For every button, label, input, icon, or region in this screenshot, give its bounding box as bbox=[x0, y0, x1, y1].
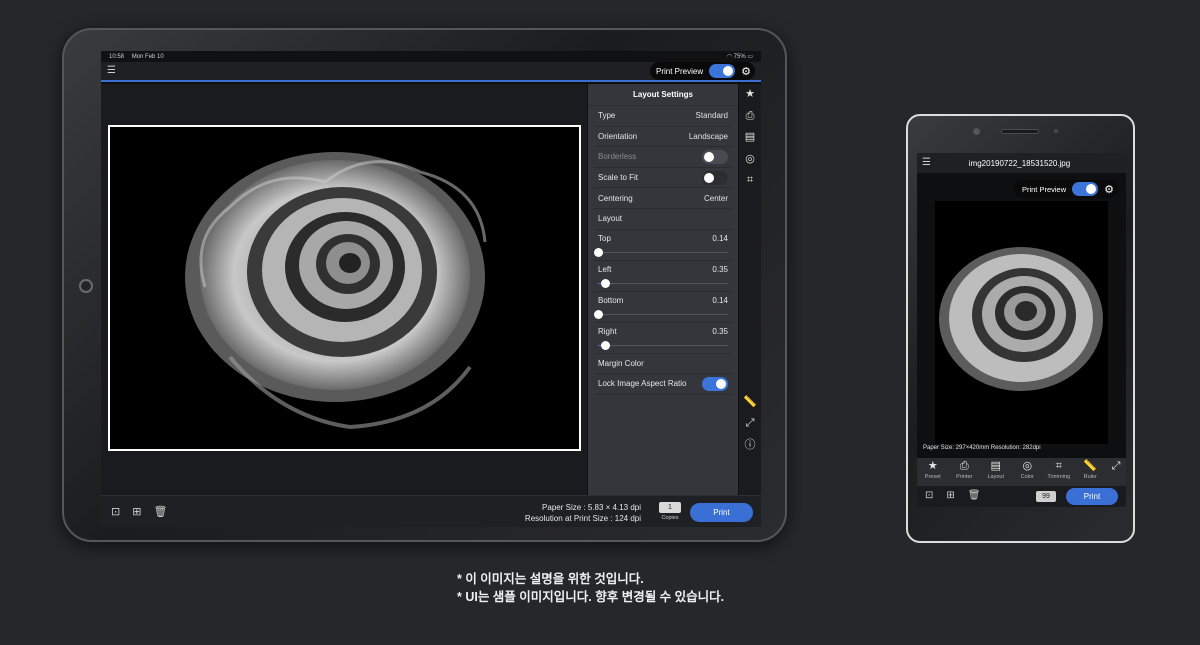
layout-settings-panel: Layout Settings Type Standard Orientatio… bbox=[588, 84, 738, 495]
copies-control[interactable]: 1 Copies bbox=[659, 502, 681, 521]
copies-label: Copies bbox=[661, 515, 679, 521]
setting-margin-color[interactable]: Margin Color bbox=[594, 354, 732, 375]
phone-bottom-bar: ⊡ ⊞ 🗑 99 Print bbox=[917, 486, 1126, 507]
phone-screen: ☰ img20190722_18531520.jpg Print Preview… bbox=[917, 153, 1126, 507]
margin-top-slider[interactable] bbox=[594, 247, 603, 257]
disclaimer-caption: * 이 이미지는 설명을 위한 것입니다. * UI는 샘플 이미지입니다. 향… bbox=[457, 570, 724, 606]
paper-info: Paper Size : 5.83 × 4.13 dpi Resolution … bbox=[525, 502, 641, 524]
preview-image bbox=[935, 201, 1108, 444]
copies-value[interactable]: 1 bbox=[659, 502, 681, 513]
camera bbox=[973, 128, 980, 135]
top-bar: ☰ Print Preview ⚙ bbox=[101, 62, 761, 82]
tool-trimming[interactable]: ⌗ Trimming bbox=[1043, 458, 1075, 486]
setting-centering[interactable]: Centering Center bbox=[594, 188, 732, 209]
tool-preset[interactable]: ★ Preset bbox=[917, 458, 949, 486]
margin-right-slider[interactable] bbox=[600, 340, 610, 350]
setting-lock-aspect: Lock Image Aspect Ratio bbox=[594, 374, 732, 395]
gear-icon[interactable]: ⚙ bbox=[1104, 183, 1114, 196]
ruler-icon: 📏 bbox=[1083, 460, 1098, 472]
crop-icon: ⌗ bbox=[1055, 460, 1062, 472]
paper-info: Paper Size: 297×420mm Resolution: 282dpi bbox=[923, 445, 1041, 451]
setting-type[interactable]: Type Standard bbox=[594, 106, 732, 127]
caption-line-1: * 이 이미지는 설명을 위한 것입니다. bbox=[457, 572, 644, 586]
layout-icon[interactable]: ▤ bbox=[739, 127, 761, 149]
borderless-toggle bbox=[702, 149, 728, 164]
printer-icon: ⎙ bbox=[959, 460, 969, 472]
speaker bbox=[1001, 129, 1039, 134]
copies-value[interactable]: 99 bbox=[1036, 491, 1056, 502]
tool-color[interactable]: ◎ Color bbox=[1012, 458, 1044, 486]
margin-bottom: Bottom 0.14 bbox=[594, 292, 732, 323]
gear-icon[interactable]: ⚙ bbox=[741, 65, 751, 78]
margin-right: Right 0.35 bbox=[594, 323, 732, 354]
info-icon[interactable]: ⓘ bbox=[739, 435, 761, 457]
home-button[interactable] bbox=[79, 279, 93, 293]
status-time: 10:58 bbox=[109, 53, 125, 60]
scale-to-fit-toggle[interactable] bbox=[702, 170, 728, 185]
battery-level: 75% bbox=[733, 54, 746, 60]
print-button[interactable]: Print bbox=[1066, 488, 1118, 505]
layout-icon: ▤ bbox=[990, 460, 1001, 472]
import-icon[interactable]: ⊡ bbox=[111, 505, 120, 518]
add-image-icon[interactable]: ⊞ bbox=[946, 490, 954, 501]
add-image-icon[interactable]: ⊞ bbox=[132, 505, 141, 518]
tool-layout[interactable]: ▤ Layout bbox=[980, 458, 1012, 486]
tablet-device: 10:58 Mon Feb 10 ◠ 75% ▭ ☰ Print Preview… bbox=[62, 28, 787, 542]
print-preview-control: Print Preview ⚙ bbox=[650, 62, 755, 80]
tool-ruler[interactable]: 📏 Ruler bbox=[1075, 458, 1107, 486]
setting-orientation[interactable]: Orientation Landscape bbox=[594, 127, 732, 148]
panel-title: Layout Settings bbox=[588, 84, 738, 106]
ruler-icon[interactable]: 📏 bbox=[739, 392, 761, 414]
margin-bottom-slider[interactable] bbox=[594, 309, 603, 319]
fit-screen-icon[interactable]: ⤢ bbox=[739, 413, 761, 435]
lock-aspect-toggle[interactable] bbox=[702, 376, 728, 391]
tool-bar: ★ Preset ⎙ Printer ▤ Layout ◎ Color ⌗ Trimmin… bbox=[917, 458, 1126, 486]
file-name: img20190722_18531520.jpg bbox=[968, 158, 1071, 168]
trash-icon[interactable]: 🗑 bbox=[153, 505, 167, 518]
sensor bbox=[1054, 129, 1058, 133]
print-preview-control: Print Preview ⚙ bbox=[1013, 180, 1118, 198]
status-bar: 10:58 Mon Feb 10 ◠ 75% ▭ bbox=[101, 51, 761, 62]
phone-top-bar: ☰ img20190722_18531520.jpg bbox=[917, 153, 1126, 173]
margin-left: Left 0.35 bbox=[594, 261, 732, 292]
tool-more[interactable]: ⤢ bbox=[1106, 458, 1126, 486]
crop-icon[interactable]: ⌗ bbox=[739, 170, 761, 192]
wifi-icon: ◠ bbox=[726, 54, 732, 60]
preview-canvas bbox=[101, 84, 587, 495]
import-icon[interactable]: ⊡ bbox=[925, 490, 933, 501]
print-preview-toggle[interactable] bbox=[709, 64, 736, 78]
caption-line-2: * UI는 샘플 이미지입니다. 향후 변경될 수 있습니다. bbox=[457, 590, 725, 604]
margin-left-slider[interactable] bbox=[600, 278, 610, 288]
menu-icon[interactable]: ☰ bbox=[922, 158, 932, 168]
star-icon: ★ bbox=[927, 460, 938, 472]
battery-icon: ▭ bbox=[747, 54, 753, 60]
tool-printer[interactable]: ⎙ Printer bbox=[949, 458, 981, 486]
setting-scale-to-fit: Scale to Fit bbox=[594, 168, 732, 189]
preview-image bbox=[108, 125, 581, 451]
setting-layout-header: Layout bbox=[594, 209, 732, 230]
print-button[interactable]: Print bbox=[690, 503, 753, 522]
phone-device: ☰ img20190722_18531520.jpg Print Preview… bbox=[906, 114, 1135, 543]
rose-photo bbox=[110, 127, 579, 449]
star-icon[interactable]: ★ bbox=[739, 84, 761, 106]
paper-size: Paper Size : 5.83 × 4.13 dpi bbox=[542, 503, 641, 512]
side-toolbar: ★ ⎙ ▤ ◎ ⌗ 📏 ⤢ ⓘ bbox=[739, 84, 761, 495]
fit-screen-icon: ⤢ bbox=[1111, 460, 1121, 472]
margin-top: Top 0.14 bbox=[594, 230, 732, 261]
print-resolution: Resolution at Print Size : 124 dpi bbox=[524, 514, 641, 523]
bottom-bar: ⊡ ⊞ 🗑 Paper Size : 5.83 × 4.13 dpi Resol… bbox=[101, 495, 761, 527]
print-preview-toggle[interactable] bbox=[1072, 182, 1099, 196]
rose-photo bbox=[935, 201, 1108, 444]
menu-icon[interactable]: ☰ bbox=[107, 66, 117, 76]
print-preview-label: Print Preview bbox=[1021, 184, 1067, 194]
trash-icon[interactable]: 🗑 bbox=[968, 490, 981, 501]
tablet-screen: 10:58 Mon Feb 10 ◠ 75% ▭ ☰ Print Preview… bbox=[101, 51, 761, 527]
print-preview-label: Print Preview bbox=[656, 66, 704, 76]
status-date: Mon Feb 10 bbox=[131, 53, 164, 60]
printer-icon[interactable]: ⎙ bbox=[739, 106, 761, 128]
color-icon[interactable]: ◎ bbox=[739, 149, 761, 171]
color-icon: ◎ bbox=[1022, 460, 1033, 472]
setting-borderless: Borderless bbox=[594, 147, 732, 168]
